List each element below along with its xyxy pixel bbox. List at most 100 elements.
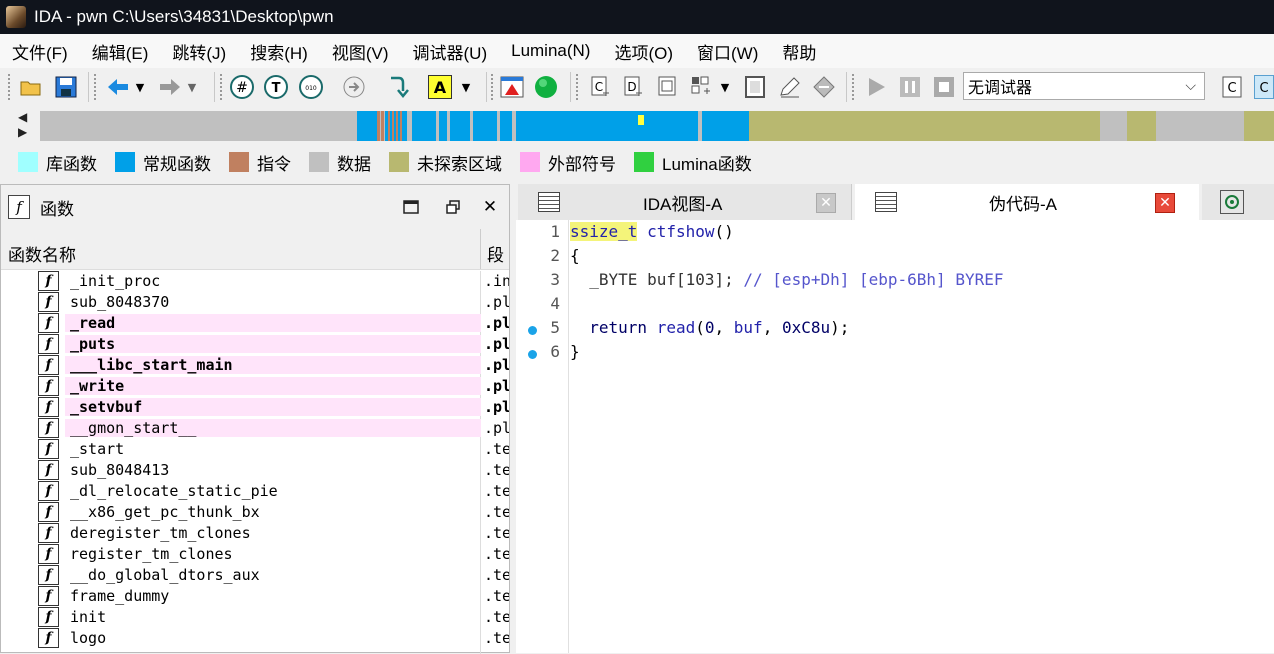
forward-arrow-icon[interactable] [158, 75, 182, 99]
maximize-icon[interactable] [401, 197, 421, 217]
struct-icon[interactable] [656, 75, 680, 99]
hex-view-icon[interactable]: # [230, 75, 254, 99]
step-into-icon[interactable] [385, 75, 409, 99]
toolbar-grip[interactable] [94, 74, 99, 100]
tab-close-icon[interactable]: ✕ [1155, 193, 1175, 213]
save-icon[interactable] [54, 75, 78, 99]
function-row[interactable]: f register_tm_clones .te [1, 544, 509, 565]
start-debug-icon[interactable] [864, 75, 888, 99]
code-line-4[interactable]: 4 [516, 294, 1274, 318]
function-row[interactable]: f init .te [1, 607, 509, 628]
function-icon: f [38, 628, 59, 648]
grid-dropdown-icon[interactable]: ▼ [718, 75, 732, 99]
stop-icon[interactable] [932, 75, 956, 99]
function-row[interactable]: f deregister_tm_clones .te [1, 523, 509, 544]
pseudocode-view[interactable]: 1 ssize_t ctfshow() 2 { 3 _BYTE buf[103]… [516, 220, 1274, 653]
function-row[interactable]: f __do_global_dtors_aux .te [1, 565, 509, 586]
back-arrow-icon[interactable] [106, 75, 130, 99]
functions-list[interactable]: f _init_proc .in f sub_8048370 .pl f _read .pl f _… [1, 271, 509, 654]
hex-dump-icon [1220, 190, 1244, 214]
code-line-5[interactable]: 5 return read(0, buf, 0xC8u); [516, 318, 1274, 342]
edit-pencil-icon[interactable] [778, 75, 802, 99]
close-icon[interactable]: ✕ [480, 197, 500, 217]
function-name: _init_proc [70, 272, 161, 290]
nav-scroll-arrows-icon[interactable]: ◀ ▶ [18, 110, 27, 140]
listing-icon [538, 192, 560, 212]
menu-view[interactable]: 视图(V) [332, 39, 389, 64]
grid-icon[interactable] [690, 75, 714, 99]
pause-icon[interactable] [898, 75, 922, 99]
back-dropdown-icon[interactable]: ▼ [133, 75, 147, 99]
return-type[interactable]: ssize_t [570, 222, 638, 241]
code-line-3[interactable]: 3 _BYTE buf[103]; // [esp+Dh] [ebp-6Bh] … [516, 270, 1274, 294]
menu-debugger[interactable]: 调试器(U) [413, 39, 488, 64]
tab-ida-view-a[interactable]: IDA视图-A ✕ [518, 184, 852, 220]
debugger-select[interactable]: 无调试器 ⌵ [963, 72, 1205, 100]
chevron-down-icon: ⌵ [1185, 77, 1196, 93]
breakpoint-dot-icon[interactable] [528, 350, 537, 359]
function-segment: .pl [484, 335, 509, 353]
text-view-icon[interactable]: T [264, 75, 288, 99]
function-name: _dl_relocate_static_pie [70, 482, 278, 500]
function-row[interactable]: f __x86_get_pc_thunk_bx .te [1, 502, 509, 523]
code-line-2[interactable]: 2 { [516, 246, 1274, 270]
forward-dropdown-icon[interactable]: ▼ [185, 75, 199, 99]
menu-file[interactable]: 文件(F) [12, 39, 68, 64]
function-icon: f [8, 195, 30, 219]
function-row[interactable]: f sub_8048370 .pl [1, 292, 509, 313]
menu-jump[interactable]: 跳转(J) [172, 39, 226, 64]
toolbar-grip[interactable] [852, 74, 857, 100]
call-read[interactable]: read [657, 318, 696, 337]
navigation-band[interactable]: ◀ ▶ [0, 106, 1274, 146]
open-folder-icon[interactable] [19, 75, 43, 99]
toolbar-grip[interactable] [491, 74, 496, 100]
menu-edit[interactable]: 编辑(E) [92, 39, 149, 64]
highlight-text-icon[interactable]: A [428, 75, 452, 99]
function-row[interactable]: f _puts .pl [1, 334, 509, 355]
function-row[interactable]: f _setvbuf .pl [1, 397, 509, 418]
code-icon[interactable]: C [589, 75, 613, 99]
run-green-icon[interactable] [534, 75, 558, 99]
binary-view-icon[interactable]: 010 [299, 75, 323, 99]
menu-help[interactable]: 帮助 [782, 39, 816, 64]
function-row[interactable]: f _read .pl [1, 313, 509, 334]
function-row[interactable]: f frame_dummy .te [1, 586, 509, 607]
c-file-icon[interactable]: C [1220, 75, 1244, 99]
breakpoint-dot-icon[interactable] [528, 326, 537, 335]
function-row[interactable]: f _init_proc .in [1, 271, 509, 292]
buf-variable[interactable]: buf [734, 318, 763, 337]
function-row[interactable]: f ___libc_start_main .pl [1, 355, 509, 376]
function-row[interactable]: f sub_8048413 .te [1, 460, 509, 481]
function-row[interactable]: f _start .te [1, 439, 509, 460]
function-row[interactable]: f logo .te [1, 628, 509, 649]
tab-close-icon[interactable]: ✕ [816, 193, 836, 213]
export-icon[interactable] [342, 75, 366, 99]
function-row[interactable]: f _dl_relocate_static_pie .te [1, 481, 509, 502]
c-view-icon[interactable]: C [1254, 75, 1274, 99]
navigation-bar[interactable] [40, 111, 1274, 141]
column-function-name[interactable]: 函数名称 [8, 241, 76, 266]
highlight-dropdown-icon[interactable]: ▼ [459, 75, 473, 99]
function-row[interactable]: f __gmon_start__ .pl [1, 418, 509, 439]
toolbar-grip[interactable] [576, 74, 581, 100]
code-line-6[interactable]: 6 } [516, 342, 1274, 366]
data-icon[interactable]: D [622, 75, 646, 99]
array-icon[interactable] [744, 75, 768, 99]
toolbar-grip[interactable] [220, 74, 225, 100]
function-row[interactable]: f _write .pl [1, 376, 509, 397]
variable-declaration[interactable]: _BYTE buf[103]; [570, 270, 734, 289]
tab-pseudocode-a[interactable]: 伪代码-A ✕ [855, 184, 1199, 220]
toolbar-grip[interactable] [8, 74, 13, 100]
function-name[interactable]: ctfshow [647, 222, 714, 241]
menu-windows[interactable]: 窗口(W) [697, 39, 758, 64]
tab-extra[interactable] [1202, 184, 1274, 220]
menu-options[interactable]: 选项(O) [614, 39, 673, 64]
code-line-1[interactable]: 1 ssize_t ctfshow() [516, 222, 1274, 246]
menu-lumina[interactable]: Lumina(N) [511, 41, 590, 61]
diamond-icon[interactable] [812, 75, 836, 99]
graph-overview-icon[interactable] [500, 75, 524, 99]
menu-search[interactable]: 搜索(H) [250, 39, 308, 64]
column-segment[interactable]: 段 [487, 241, 504, 266]
function-icon: f [38, 502, 59, 522]
float-window-icon[interactable] [443, 197, 463, 217]
